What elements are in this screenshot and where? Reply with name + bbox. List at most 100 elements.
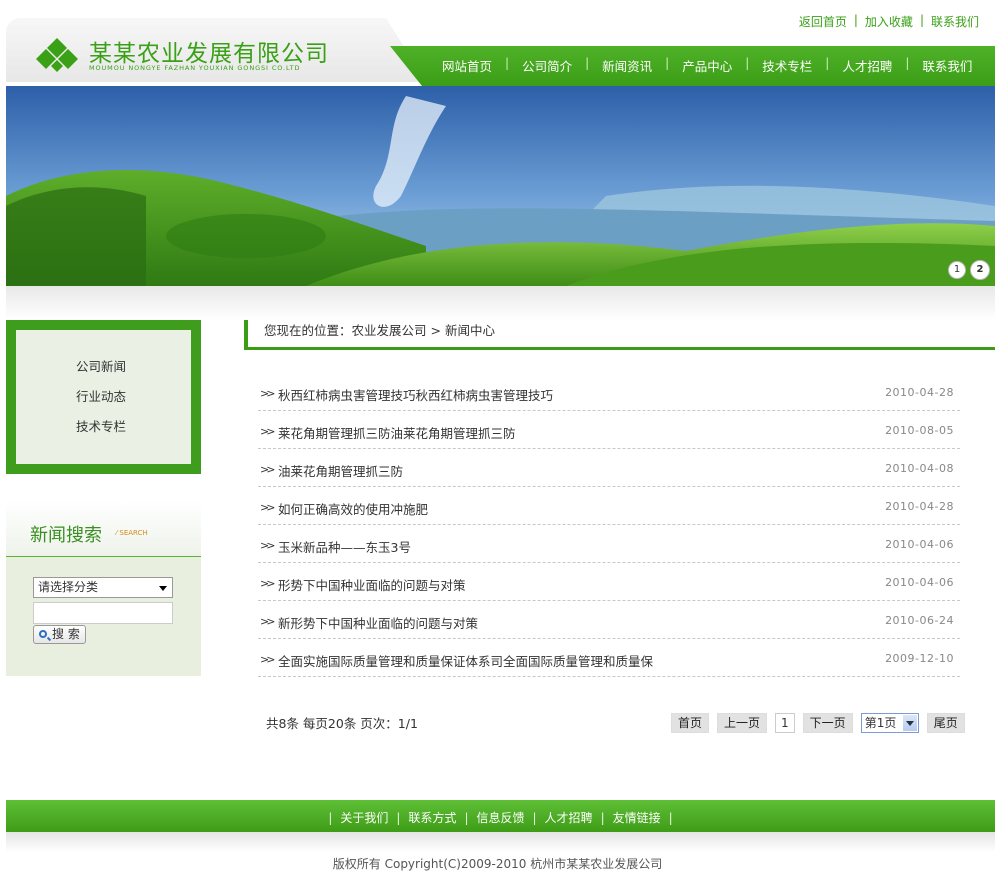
breadcrumb-home[interactable]: 农业发展公司	[352, 323, 427, 338]
category-select[interactable]: 请选择分类	[33, 577, 173, 598]
nav-jobs[interactable]: 人才招聘	[842, 56, 892, 75]
toplink-home[interactable]: 返回首页	[799, 13, 847, 30]
footer-link-jobs[interactable]: 人才招聘	[545, 811, 593, 825]
double-chevron-right-icon: >>	[260, 387, 276, 400]
news-date: 2009-12-10	[885, 652, 954, 665]
nav-separator: |	[905, 56, 910, 70]
news-title[interactable]: 全面实施国际质量管理和质量保证体系司全面国际质量管理和质量保	[278, 651, 653, 670]
breadcrumb-current: 新闻中心	[444, 323, 495, 338]
footer-shadow	[6, 832, 995, 852]
footer-separator: |	[328, 811, 333, 825]
news-title[interactable]: 形势下中国种业面临的问题与对策	[278, 575, 466, 594]
category-select-value: 请选择分类	[38, 580, 99, 594]
copyright-text: 版权所有 Copyright(C)2009-2010 杭州市某某农业发展公司	[332, 857, 663, 871]
news-title[interactable]: 玉米新品种——东玉3号	[278, 537, 411, 556]
news-search-title: 新闻搜索	[30, 525, 102, 546]
nav-home[interactable]: 网站首页	[442, 56, 492, 75]
double-chevron-right-icon: >>	[260, 501, 276, 514]
sidebar-item-company-news[interactable]: 公司新闻	[76, 356, 126, 375]
footer-separator: |	[532, 811, 537, 825]
double-chevron-right-icon: >>	[260, 425, 276, 438]
chevron-down-icon	[159, 586, 167, 591]
footer-link-friends[interactable]: 友情链接	[613, 811, 661, 825]
breadcrumb-text: 您现在的位置：农业发展公司 > 新闻中心	[264, 320, 495, 339]
footer-links: | 关于我们 | 联系方式 | 信息反馈 | 人才招聘 | 友情链接 |	[6, 809, 995, 826]
first-page-button[interactable]: 首页	[671, 713, 710, 733]
sidebar-item-tech-column[interactable]: 技术专栏	[76, 416, 126, 435]
logo-diamond-icon	[36, 38, 78, 72]
double-chevron-right-icon: >>	[260, 463, 276, 476]
news-date: 2010-04-28	[885, 386, 954, 399]
news-row: >> 形势下中国种业面临的问题与对策 2010-04-06	[258, 563, 960, 601]
news-row: >> 新形势下中国种业面临的问题与对策 2010-06-24	[258, 601, 960, 639]
news-search-title-en: ⁄ SEARCH	[116, 529, 148, 537]
toplink-separator: |	[853, 13, 858, 27]
nav-separator: |	[665, 56, 670, 70]
news-list: >> 秋西红柿病虫害管理技巧秋西红柿病虫害管理技巧 2010-04-28 >> 莱花角…	[258, 373, 960, 677]
news-search-panel: 新闻搜索 ⁄ SEARCH 请选择分类 搜 索	[6, 501, 201, 676]
footer-separator: |	[668, 811, 673, 825]
toplink-contact[interactable]: 联系我们	[931, 13, 979, 30]
banner-dot-1[interactable]: 1	[948, 261, 966, 279]
nav-separator: |	[745, 56, 750, 70]
nav-news[interactable]: 新闻资讯	[602, 56, 652, 75]
double-chevron-right-icon: >>	[260, 615, 276, 628]
search-button[interactable]: 搜 索	[33, 625, 86, 644]
footer-link-contact[interactable]: 联系方式	[408, 811, 456, 825]
news-title[interactable]: 莱花角期管理抓三防油莱花角期管理抓三防	[278, 423, 516, 442]
toplink-bookmark[interactable]: 加入收藏	[865, 13, 913, 30]
footer-separator: |	[464, 811, 469, 825]
news-search-header: 新闻搜索 ⁄ SEARCH	[6, 501, 201, 557]
news-title[interactable]: 新形势下中国种业面临的问题与对策	[278, 613, 478, 632]
double-chevron-right-icon: >>	[260, 539, 276, 552]
double-chevron-right-icon: >>	[260, 577, 276, 590]
nav-contact[interactable]: 联系我们	[922, 56, 972, 75]
nav-tech[interactable]: 技术专栏	[762, 56, 812, 75]
banner-dot-2[interactable]: 2	[970, 260, 990, 280]
page-select-value: 第1页	[864, 716, 897, 730]
news-row: >> 秋西红柿病虫害管理技巧秋西红柿病虫害管理技巧 2010-04-28	[258, 373, 960, 411]
news-row: >> 莱花角期管理抓三防油莱花角期管理抓三防 2010-08-05	[258, 411, 960, 449]
nav-products[interactable]: 产品中心	[682, 56, 732, 75]
company-name-pinyin: MOUMOU NONGYE FAZHAN YOUXIAN GONGSI CO.L…	[89, 64, 301, 72]
chevron-down-icon	[902, 715, 917, 731]
banner-landscape	[6, 86, 995, 286]
news-title[interactable]: 油莱花角期管理抓三防	[278, 461, 403, 480]
pager: 首页 上一页 1 下一页 第1页 尾页	[671, 713, 965, 733]
sidebar-menu-inner: 公司新闻 行业动态 技术专栏	[16, 330, 191, 464]
next-page-button[interactable]: 下一页	[802, 713, 853, 733]
news-row: >> 如何正确高效的使用冲施肥 2010-04-28	[258, 487, 960, 525]
double-chevron-right-icon: >>	[260, 653, 276, 666]
footer-link-about[interactable]: 关于我们	[340, 811, 388, 825]
last-page-button[interactable]: 尾页	[926, 713, 965, 733]
nav-separator: |	[825, 56, 830, 70]
breadcrumb: 您现在的位置：农业发展公司 > 新闻中心	[244, 320, 995, 350]
search-icon	[39, 630, 47, 638]
nav-about[interactable]: 公司简介	[522, 56, 572, 75]
news-date: 2010-08-05	[885, 424, 954, 437]
prev-page-button[interactable]: 上一页	[717, 713, 768, 733]
pager-info: 共8条 每页20条 页次：1/1	[266, 716, 418, 731]
page-number-link[interactable]: 1	[775, 713, 795, 733]
page-select[interactable]: 第1页	[860, 713, 919, 733]
banner-shadow	[6, 286, 995, 320]
search-button-label: 搜 索	[52, 627, 80, 641]
footer-link-feedback[interactable]: 信息反馈	[476, 811, 524, 825]
news-row: >> 油莱花角期管理抓三防 2010-04-08	[258, 449, 960, 487]
company-name: 某某农业发展有限公司	[89, 41, 329, 67]
news-row: >> 玉米新品种——东玉3号 2010-04-06	[258, 525, 960, 563]
news-title[interactable]: 如何正确高效的使用冲施肥	[278, 499, 428, 518]
sidebar-item-industry-news[interactable]: 行业动态	[76, 386, 126, 405]
breadcrumb-prefix: 您现在的位置：	[264, 323, 352, 338]
news-date: 2010-04-06	[885, 538, 954, 551]
nav-separator: |	[585, 56, 590, 70]
sidebar-menu: 公司新闻 行业动态 技术专栏	[6, 320, 201, 474]
footer-separator: |	[396, 811, 401, 825]
search-input[interactable]	[33, 602, 173, 624]
news-date: 2010-06-24	[885, 614, 954, 627]
news-title[interactable]: 秋西红柿病虫害管理技巧秋西红柿病虫害管理技巧	[278, 385, 553, 404]
page: 某某农业发展有限公司 MOUMOU NONGYE FAZHAN YOUXIAN …	[0, 0, 995, 892]
news-date: 2010-04-06	[885, 576, 954, 589]
top-links: 返回首页 | 加入收藏 | 联系我们	[799, 13, 979, 30]
news-date: 2010-04-08	[885, 462, 954, 475]
